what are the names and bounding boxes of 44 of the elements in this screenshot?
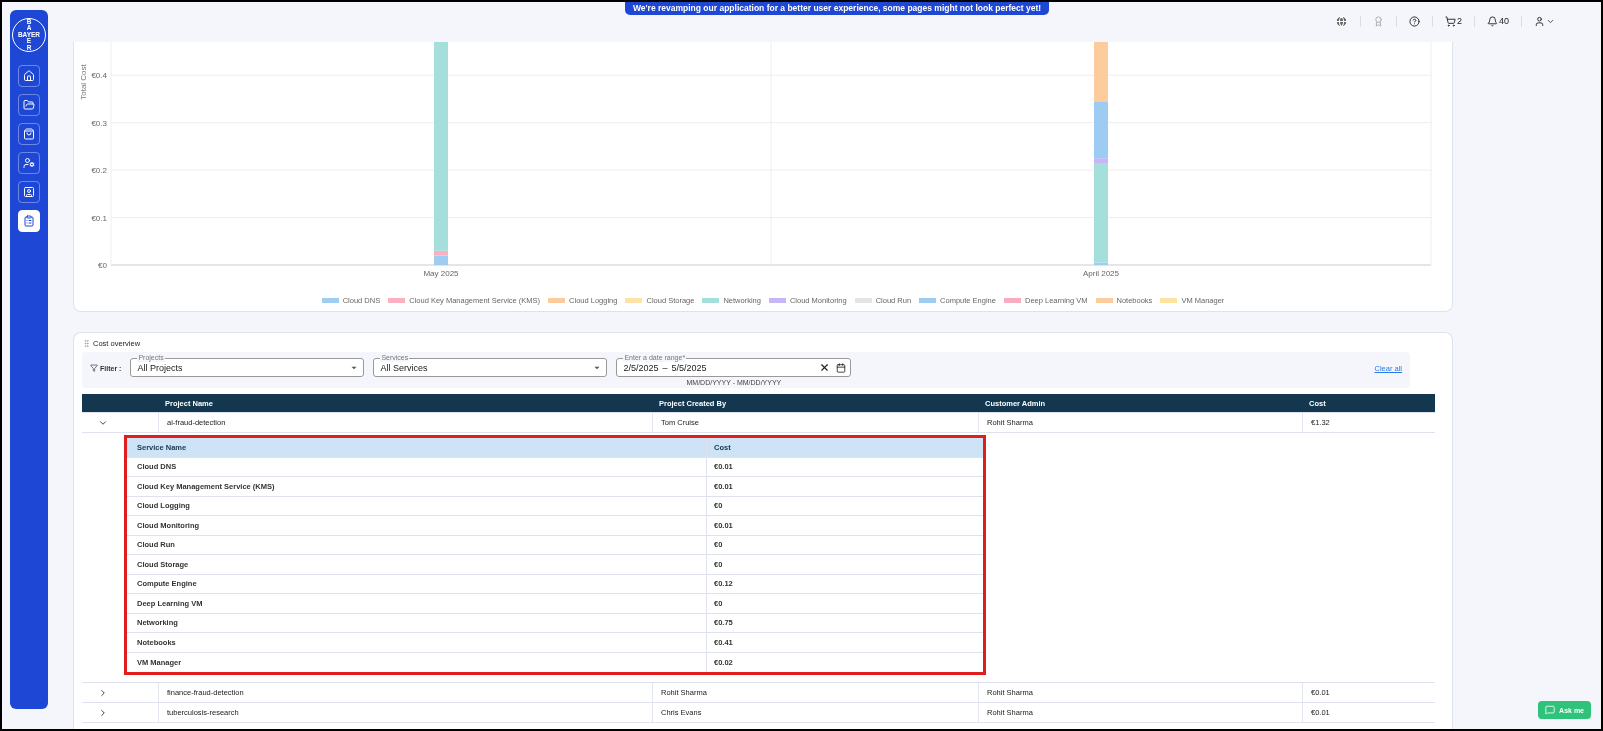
drag-handle-icon[interactable] xyxy=(82,338,91,348)
filter-icon xyxy=(90,364,98,372)
bar-segment xyxy=(1094,42,1108,102)
chat-icon xyxy=(1545,705,1556,715)
end-date: 5/5/2025 xyxy=(671,362,708,373)
badge-icon xyxy=(1372,15,1384,27)
start-date: 2/5/2025 xyxy=(623,362,659,373)
expand-toggle[interactable] xyxy=(98,707,108,718)
tick-label: €0.2 xyxy=(91,166,107,176)
globe-icon xyxy=(1334,14,1348,28)
home-icon xyxy=(23,70,35,82)
notifications-button[interactable]: 40 xyxy=(1474,15,1521,27)
tick-label: €0.3 xyxy=(91,118,107,128)
category-label: May 2025 xyxy=(423,269,459,278)
tick-label: €0.1 xyxy=(91,213,107,223)
axis-title: Total Cost xyxy=(79,64,88,100)
bell-icon xyxy=(1487,15,1498,27)
clipboard-icon xyxy=(23,215,35,227)
notification-count: 40 xyxy=(1499,16,1509,26)
sidebar-item[interactable] xyxy=(18,123,40,145)
folder-icon xyxy=(23,99,35,111)
bag-icon xyxy=(23,128,35,140)
expand-toggle[interactable] xyxy=(98,687,108,698)
tick-label: €0.4 xyxy=(91,71,107,81)
sidebar-item[interactable] xyxy=(18,181,40,203)
sidebar-item[interactable] xyxy=(18,94,40,116)
tick-label: €0 xyxy=(98,261,107,270)
announcement-banner: We're revamping our application for a better user experience, some pages might not look perfect yet! xyxy=(625,2,1050,15)
user-icon xyxy=(1534,15,1545,27)
cart-icon xyxy=(1444,15,1456,27)
sidebar-item[interactable] xyxy=(18,210,40,232)
clear-icon[interactable] xyxy=(819,362,831,373)
field-value: All Services xyxy=(380,362,429,373)
cart-count: 2 xyxy=(1456,16,1462,26)
id-card-icon xyxy=(23,186,35,198)
sidebar-item[interactable] xyxy=(18,152,40,174)
calendar-icon[interactable] xyxy=(836,362,847,373)
help-icon xyxy=(1408,15,1420,27)
category-label: April 2025 xyxy=(1083,269,1119,278)
user-gear-icon xyxy=(23,157,35,169)
cart-button[interactable]: 2 xyxy=(1431,15,1474,27)
sidebar-item[interactable] xyxy=(18,65,40,87)
field-value: All Projects xyxy=(137,362,184,373)
date-separator: – xyxy=(662,362,668,373)
